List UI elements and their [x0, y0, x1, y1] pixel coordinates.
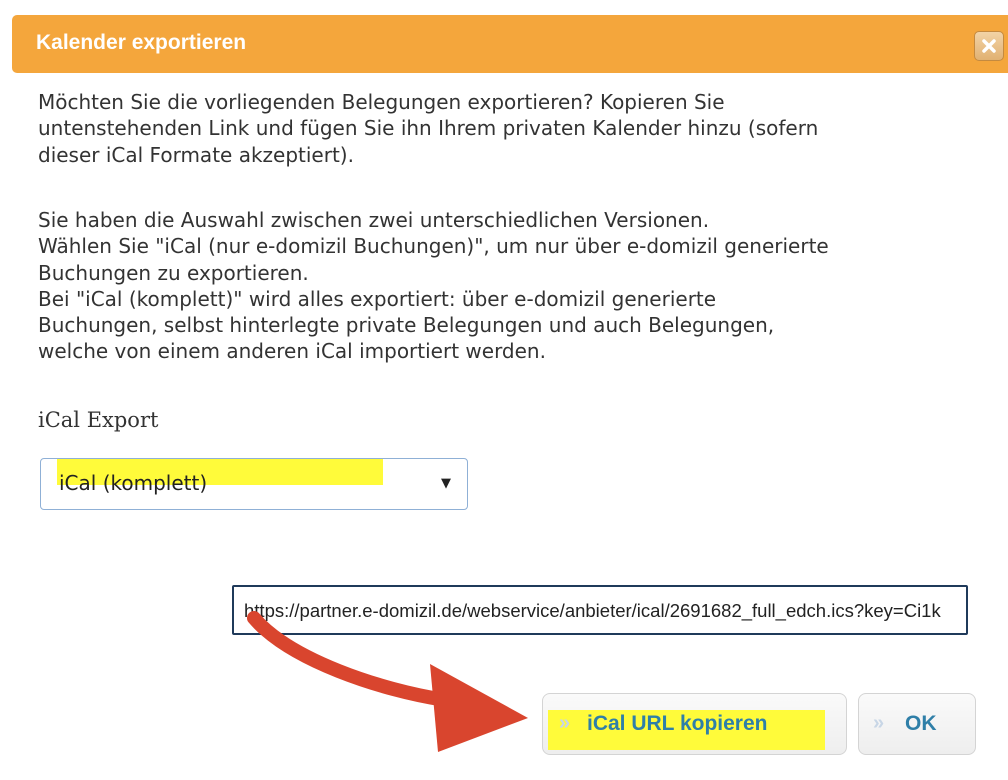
- info-line: Buchungen, selbst hinterlegte private Be…: [38, 313, 775, 338]
- intro-line: untenstehenden Link und fügen Sie ihn Ih…: [38, 116, 819, 141]
- copy-ical-url-button[interactable]: » iCal URL kopieren: [542, 693, 847, 755]
- close-icon: [982, 39, 996, 53]
- info-line: Wählen Sie "iCal (nur e-domizil Buchunge…: [38, 234, 829, 259]
- intro-line: dieser iCal Formate akzeptiert).: [38, 142, 354, 167]
- ical-export-select[interactable]: iCal (komplett) ▼: [40, 458, 468, 510]
- info-line: Bei "iCal (komplett)" wird alles exporti…: [38, 286, 717, 311]
- dropdown-arrow-icon: ▼: [441, 476, 451, 491]
- ok-button[interactable]: » OK: [858, 693, 976, 755]
- ok-button-label: OK: [905, 712, 937, 735]
- chevron-right-icon: »: [559, 712, 571, 734]
- ical-export-label: iCal Export: [38, 408, 159, 432]
- intro-paragraph: Möchten Sie die vorliegenden Belegungen …: [38, 89, 988, 168]
- copy-button-label: iCal URL kopieren: [587, 712, 768, 735]
- chevron-right-icon: »: [873, 712, 885, 734]
- info-line: Buchungen zu exportieren.: [38, 260, 309, 285]
- dialog-titlebar: Kalender exportieren: [12, 15, 1008, 73]
- info-line: Sie haben die Auswahl zwischen zwei unte…: [38, 208, 710, 232]
- info-line: welche von einem anderen iCal importiert…: [38, 339, 546, 364]
- intro-line: Möchten Sie die vorliegenden Belegungen …: [38, 90, 725, 114]
- info-paragraph: Sie haben die Auswahl zwischen zwei unte…: [38, 207, 988, 365]
- select-value: iCal (komplett): [59, 471, 208, 495]
- dialog-title: Kalender exportieren: [36, 31, 247, 54]
- close-button[interactable]: [974, 31, 1004, 61]
- ical-url-value: https://partner.e-domizil.de/webservice/…: [244, 600, 941, 621]
- export-calendar-dialog: Kalender exportieren Möchten Sie die vor…: [0, 0, 1008, 780]
- ical-url-input[interactable]: https://partner.e-domizil.de/webservice/…: [232, 585, 968, 635]
